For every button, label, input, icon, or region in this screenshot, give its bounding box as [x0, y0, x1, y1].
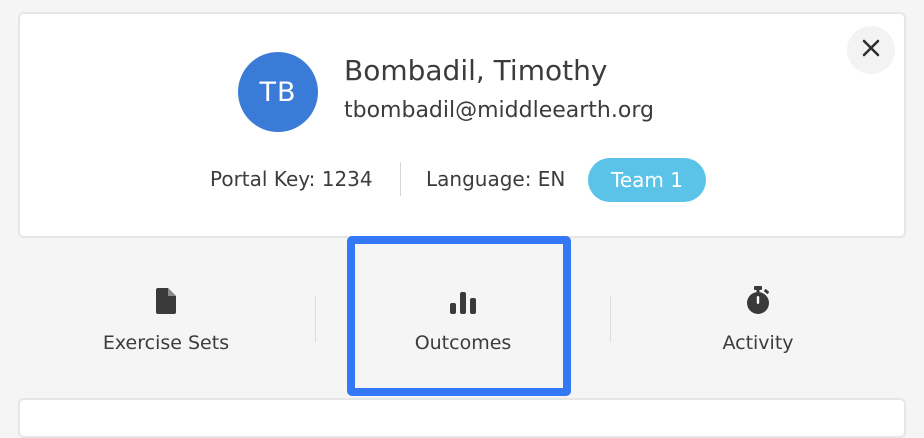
- tab-divider: [315, 296, 316, 342]
- content-panel: [18, 398, 906, 438]
- meta-divider: [400, 162, 401, 196]
- close-button[interactable]: [847, 26, 895, 74]
- user-email: tbombadil@middleearth.org: [344, 98, 654, 123]
- tab-outcomes[interactable]: Outcomes: [362, 268, 564, 378]
- avatar: TB: [238, 52, 318, 132]
- bar-chart-icon: [450, 284, 476, 314]
- tab-label: Activity: [722, 332, 794, 354]
- team-badge[interactable]: Team 1: [588, 158, 706, 202]
- user-name: Bombadil, Timothy: [344, 54, 608, 87]
- tab-exercise-sets[interactable]: Exercise Sets: [76, 268, 256, 378]
- profile-card: TB Bombadil, Timothy tbombadil@middleear…: [18, 12, 906, 238]
- document-icon: [156, 284, 176, 314]
- avatar-initials: TB: [259, 76, 297, 108]
- profile-meta-row: Portal Key: 1234 Language: EN Team 1: [20, 156, 904, 204]
- tab-activity[interactable]: Activity: [668, 268, 848, 378]
- portal-key: Portal Key: 1234: [210, 167, 373, 191]
- language: Language: EN: [426, 167, 566, 191]
- tab-label: Outcomes: [414, 332, 512, 354]
- stopwatch-icon: [745, 284, 771, 314]
- close-icon: [862, 39, 880, 61]
- tab-divider: [610, 296, 611, 342]
- tab-label: Exercise Sets: [102, 332, 230, 354]
